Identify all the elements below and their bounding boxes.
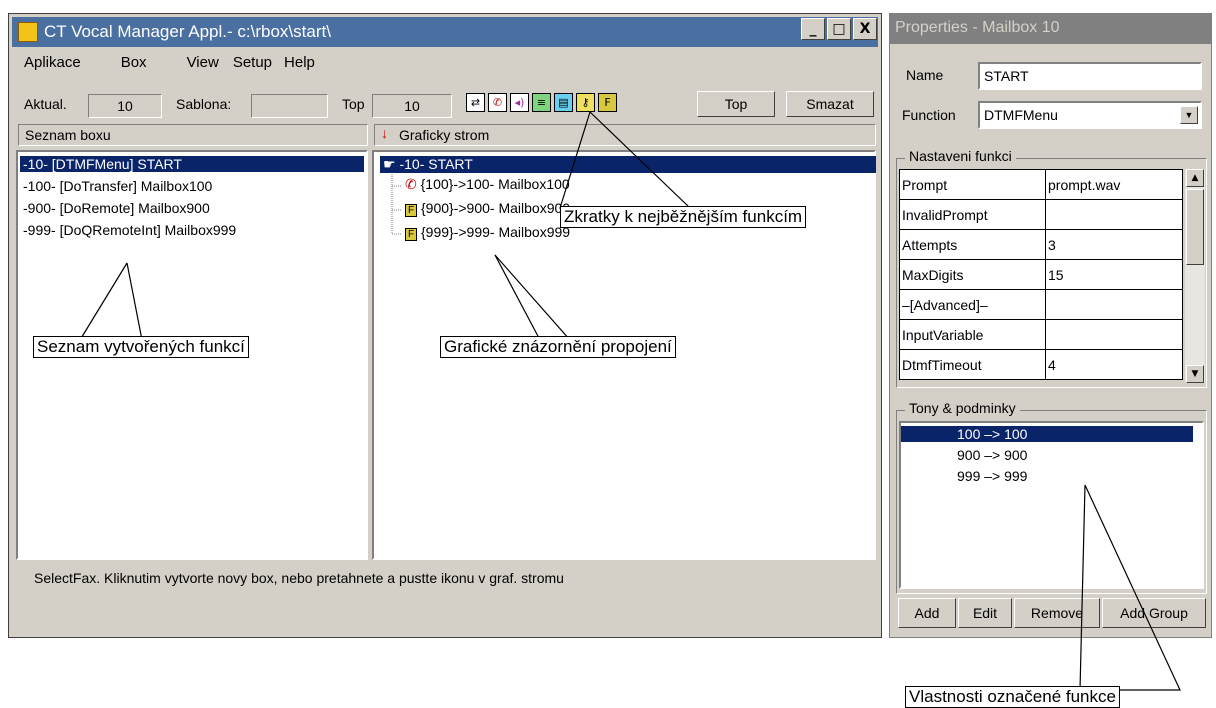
callout-shortcuts: Zkratky k nejběžnějším funkcím	[560, 206, 807, 228]
callout-list: Seznam vytvořených funkcí	[33, 336, 249, 358]
callout-graph: Grafické znázornění propojení	[440, 336, 676, 358]
callout-props: Vlastnosti označené funkce	[905, 686, 1120, 708]
